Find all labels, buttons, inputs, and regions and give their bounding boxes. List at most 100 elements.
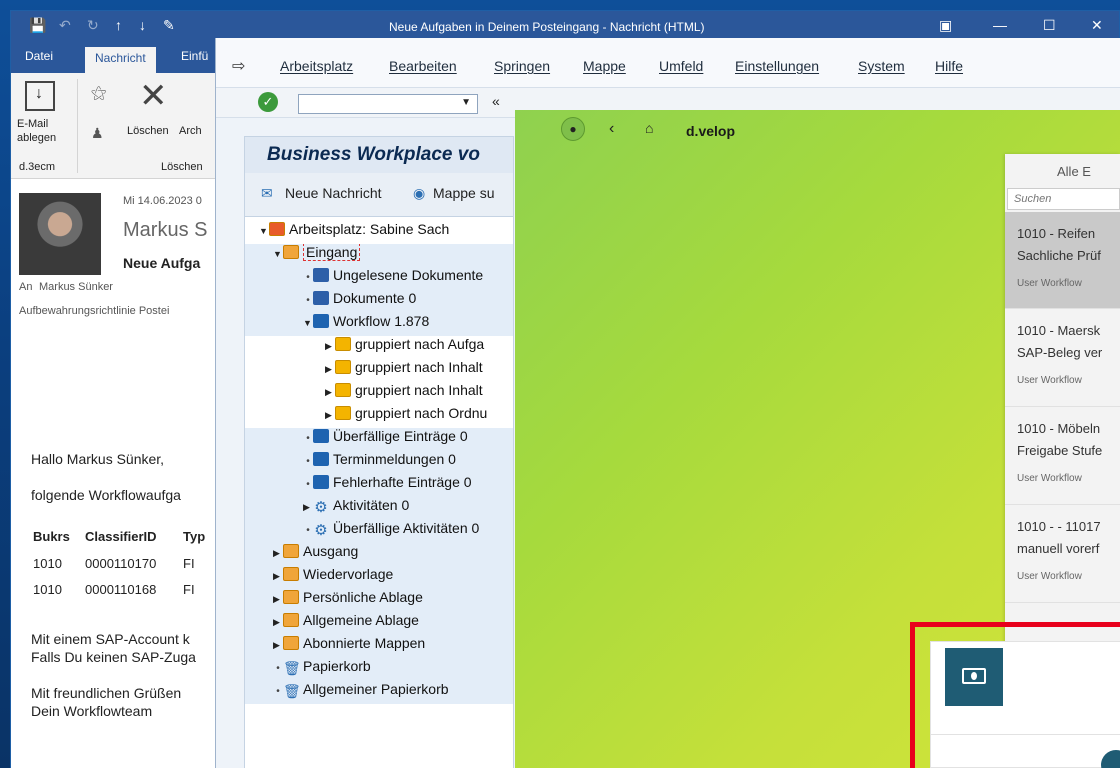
table-header: Bukrs <box>33 529 70 544</box>
expand-icon[interactable]: ▶ <box>273 571 283 582</box>
tab-nachricht[interactable]: Nachricht <box>85 47 156 73</box>
tree-node-ausgang[interactable]: ▶ Ausgang <box>245 543 513 566</box>
to-label: An <box>19 281 33 293</box>
attach-icon[interactable]: ✎ <box>163 17 175 37</box>
tree-node-overdue[interactable]: • Überfällige Einträge 0 <box>245 428 513 451</box>
tree-node-group[interactable]: ▶ gruppiert nach Inhalt <box>245 359 513 382</box>
tree-node-documents[interactable]: • Dokumente 0 <box>245 290 513 313</box>
tree-node-shared-folder[interactable]: ▶ Allgemeine Ablage <box>245 612 513 635</box>
junk-icon[interactable]: ♟ <box>91 125 104 142</box>
maximize-icon[interactable]: ☐ <box>1043 17 1056 34</box>
tree-node-workplace[interactable]: ▼ Arbeitsplatz: Sabine Sach <box>245 221 513 244</box>
delete-icon[interactable]: ✕ <box>139 79 168 113</box>
tab-einfuegen[interactable]: Einfü <box>181 49 208 63</box>
menu-mappe[interactable]: Mappe <box>583 58 626 74</box>
tree-node-unread[interactable]: • Ungelesene Dokumente <box>245 267 513 290</box>
expand-icon[interactable]: ▶ <box>325 387 335 398</box>
tree-node-group[interactable]: ▶ gruppiert nach Inhalt <box>245 382 513 405</box>
workplace-toolbar: ✉ Neue Nachricht ◉ Mappe su <box>245 173 513 217</box>
menu-einstellungen[interactable]: Einstellungen <box>735 58 819 74</box>
archive-button[interactable]: Arch <box>179 125 202 137</box>
tree-node-group[interactable]: ▶ gruppiert nach Aufga <box>245 336 513 359</box>
ignore-icon[interactable]: ⚝ <box>91 85 107 103</box>
tree-node-eingang[interactable]: ▼ Eingang <box>245 244 513 267</box>
minimize-icon[interactable]: — <box>993 17 1007 33</box>
expand-icon[interactable]: ▶ <box>303 502 313 513</box>
save-icon[interactable]: 💾 <box>29 17 46 37</box>
menu-springen[interactable]: Springen <box>494 58 550 74</box>
tree-node-general-trash[interactable]: • 🗑 Allgemeiner Papierkorb <box>245 681 513 704</box>
menu-system[interactable]: System <box>858 58 905 74</box>
group-label-d3ecm: d.3ecm <box>19 161 56 173</box>
tree-node-activities[interactable]: ▶ ⚙ Aktivitäten 0 <box>245 497 513 520</box>
tree-node-workflow[interactable]: ▼ Workflow 1.878 <box>245 313 513 336</box>
workflow-icon <box>313 314 329 328</box>
user-icon[interactable]: ● <box>561 117 585 141</box>
table-cell: 1010 <box>33 582 62 597</box>
recipient[interactable]: Markus Sünker <box>39 281 113 293</box>
back-icon[interactable]: ‹ <box>609 120 614 138</box>
command-field[interactable]: ▼ <box>298 94 478 114</box>
expand-icon[interactable]: ▶ <box>273 640 283 651</box>
tree-node-trash[interactable]: • 🗑 Papierkorb <box>245 658 513 681</box>
expand-icon[interactable]: ▶ <box>325 364 335 375</box>
list-item[interactable]: 1010 - Reifen Sachliche Prüf User Workfl… <box>1005 212 1120 309</box>
collapse-icon[interactable]: « <box>492 93 500 109</box>
tree-node-subscribed[interactable]: ▶ Abonnierte Mappen <box>245 635 513 658</box>
find-folder-button[interactable]: Mappe su <box>433 185 494 201</box>
exit-icon[interactable]: ⇨ <box>232 56 245 76</box>
chevron-down-icon[interactable]: ▼ <box>461 97 471 108</box>
delete-button[interactable]: Löschen <box>127 125 169 137</box>
tree-node-personal-folder[interactable]: ▶ Persönliche Ablage <box>245 589 513 612</box>
tree-node-errors[interactable]: • Fehlerhafte Einträge 0 <box>245 474 513 497</box>
tree-node-group[interactable]: ▶ gruppiert nach Ordnu <box>245 405 513 428</box>
up-arrow-icon[interactable]: ↑ <box>115 17 122 37</box>
expand-icon[interactable]: ▼ <box>273 249 283 259</box>
enter-icon[interactable]: ✓ <box>258 92 278 112</box>
brand-logo: d.velop <box>686 123 736 139</box>
document-icon <box>313 291 329 305</box>
undo-icon[interactable]: ↶ <box>59 17 71 37</box>
menu-bearbeiten[interactable]: Bearbeiten <box>389 58 457 74</box>
trash-icon: 🗑 <box>283 683 301 699</box>
email-ablegen-button[interactable]: E-Mail ablegen <box>17 117 57 145</box>
expand-icon[interactable]: ▶ <box>325 410 335 421</box>
list-item[interactable]: 1010 - Möbeln Freigabe Stufe User Workfl… <box>1005 407 1120 505</box>
close-icon[interactable]: ✕ <box>1091 17 1103 34</box>
table-cell: 0000110170 <box>85 556 157 571</box>
menu-umfeld[interactable]: Umfeld <box>659 58 703 74</box>
tab-datei[interactable]: Datei <box>25 49 53 63</box>
down-arrow-icon[interactable]: ↓ <box>139 17 146 37</box>
home-icon[interactable]: ⌂ <box>645 120 653 136</box>
tree-node-wiedervorlage[interactable]: ▶ Wiedervorlage <box>245 566 513 589</box>
message-categories: Aufbewahrungsrichtlinie Postei <box>19 305 170 317</box>
expand-icon[interactable]: ▶ <box>325 341 335 352</box>
new-message-button[interactable]: Neue Nachricht <box>285 185 382 201</box>
menu-arbeitsplatz[interactable]: Arbeitsplatz <box>280 58 353 74</box>
expand-icon[interactable]: ▶ <box>273 617 283 628</box>
search-input[interactable] <box>1007 188 1120 210</box>
signature: Dein Workflowteam <box>31 703 153 719</box>
table-cell: 1010 <box>33 556 62 571</box>
gear-icon: ⚙ <box>314 522 328 539</box>
outbox-icon <box>283 544 299 558</box>
tree-node-deadlines[interactable]: • Terminmeldungen 0 <box>245 451 513 474</box>
expand-icon[interactable]: ▼ <box>303 318 313 328</box>
expand-icon[interactable]: ▶ <box>273 548 283 559</box>
table-cell: FI <box>183 556 195 571</box>
page-title: Business Workplace vo <box>245 137 513 173</box>
body-paragraph: Falls Du keinen SAP-Zuga <box>31 649 196 665</box>
tree-node-overdue-activities[interactable]: • ⚙ Überfällige Aktivitäten 0 <box>245 520 513 543</box>
list-item[interactable]: 1010 - Maersk SAP-Beleg ver User Workflo… <box>1005 309 1120 407</box>
ribbon-display-icon[interactable]: ▣ <box>939 17 952 34</box>
ribbon-separator <box>77 79 78 173</box>
expand-icon[interactable]: ▶ <box>273 594 283 605</box>
redo-icon[interactable]: ↻ <box>87 17 99 37</box>
intro-text: folgende Workflowaufga <box>31 487 181 503</box>
email-ablegen-icon[interactable]: ↓ <box>25 81 55 111</box>
menu-hilfe[interactable]: Hilfe <box>935 58 963 74</box>
folder-icon <box>335 406 351 420</box>
list-item[interactable]: 1010 - - 11017 manuell vorerf User Workf… <box>1005 505 1120 603</box>
sender-name[interactable]: Markus S <box>123 219 207 242</box>
expand-icon[interactable]: ▼ <box>259 226 269 236</box>
